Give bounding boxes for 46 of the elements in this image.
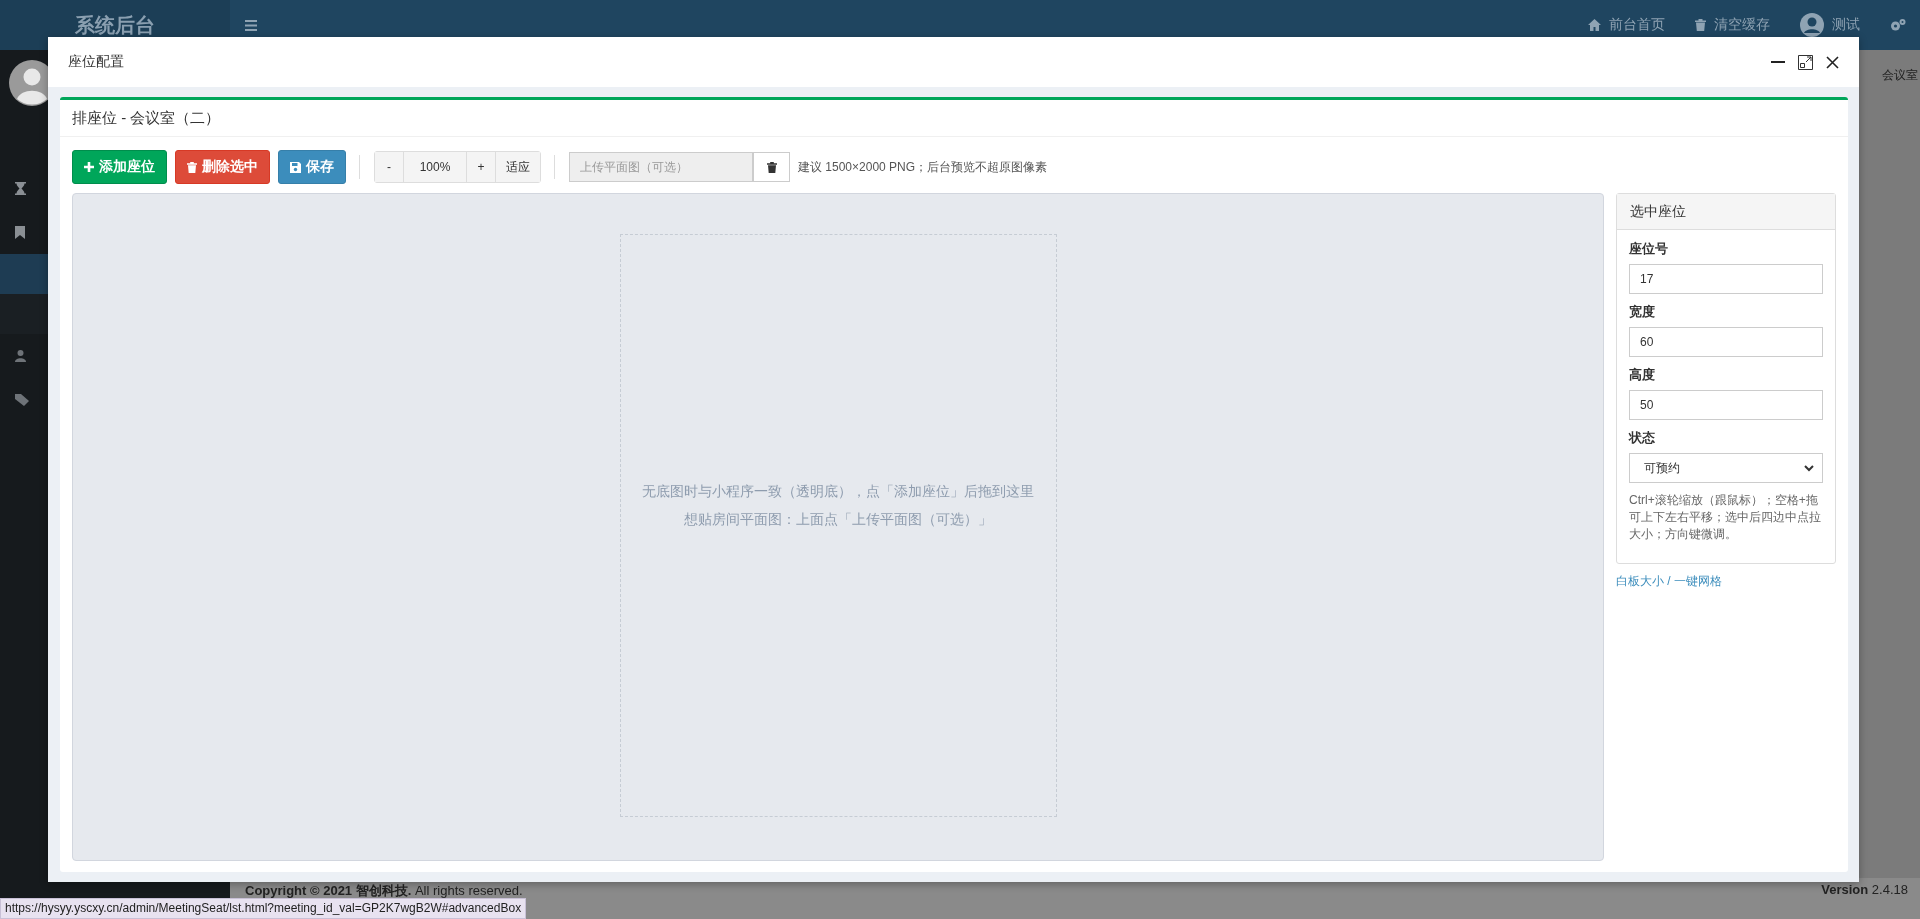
menu-icon[interactable] bbox=[245, 19, 257, 31]
home-icon bbox=[1588, 19, 1601, 31]
copyright-text: Copyright © 2021 智创科技. All rights reserved. bbox=[245, 882, 523, 900]
card-title: 选中座位 bbox=[1630, 202, 1686, 221]
top-link[interactable]: 前台首页 bbox=[1588, 16, 1665, 34]
tag-icon[interactable] bbox=[15, 394, 29, 406]
status-select[interactable]: 可预约 bbox=[1629, 453, 1823, 483]
top-link[interactable]: 清空缓存 bbox=[1695, 16, 1770, 34]
hint-text: 建议 1500×2000 PNG；后台预览不超原图像素 bbox=[798, 158, 1048, 176]
avatar-icon bbox=[1800, 13, 1824, 37]
board-size-link[interactable]: 白板大小 / 一键网格 bbox=[1616, 573, 1722, 590]
maximize-icon[interactable] bbox=[1798, 54, 1813, 70]
remove-image-button[interactable] bbox=[753, 152, 790, 182]
field-label: 座位号 bbox=[1629, 240, 1669, 258]
close-icon[interactable] bbox=[1826, 55, 1839, 69]
trash-icon bbox=[1695, 19, 1706, 31]
user-menu[interactable]: 测试 bbox=[1800, 13, 1860, 37]
canvas-hint: 想贴房间平面图：上面点「上传平面图（可选）」 bbox=[684, 510, 992, 529]
input-field[interactable]: 17 bbox=[1629, 264, 1823, 294]
input-field[interactable]: 60 bbox=[1629, 327, 1823, 357]
help-text: Ctrl+滚轮缩放（跟鼠标）；空格+拖可上下左右平移；选中后四边中点拉大小；方向键微调。 bbox=[1629, 492, 1822, 543]
toolbar-button[interactable]: 保存 bbox=[278, 150, 346, 184]
canvas-hint: 无底图时与小程序一致（透明底），点「添加座位」后拖到这里 bbox=[642, 482, 1034, 501]
person-icon[interactable] bbox=[15, 350, 26, 362]
version-text: Version 2.4.18 bbox=[1821, 882, 1908, 897]
field-label: 高度 bbox=[1629, 366, 1656, 384]
canvas-area[interactable]: 无底图时与小程序一致（透明底），点「添加座位」后拖到这里 想贴房间平面图：上面点「上传平面图（可选）」 bbox=[72, 193, 1604, 861]
logo-text: 系统后台 bbox=[75, 12, 155, 38]
modal-title: 座位配置 bbox=[68, 53, 124, 71]
status-url: https://hysyy.yscxy.cn/admin/MeetingSeat/lst.html?meeting_id_val=GP2K7wgB2W#advancedBox bbox=[0, 898, 527, 919]
field-label: 状态 bbox=[1629, 429, 1656, 447]
toolbar-button[interactable]: 添加座位 bbox=[72, 150, 167, 184]
upload-field[interactable]: 上传平面图（可选） bbox=[569, 152, 753, 182]
chevron-down-icon bbox=[1804, 464, 1814, 472]
plus-icon bbox=[84, 162, 94, 172]
zoom-out-button[interactable]: - bbox=[375, 152, 404, 182]
panel-title: 排座位 - 会议室（二） bbox=[72, 108, 221, 128]
hourglass-icon[interactable] bbox=[15, 181, 26, 195]
bookmark-icon[interactable] bbox=[15, 225, 25, 239]
gears-icon[interactable] bbox=[1890, 18, 1906, 32]
trash-icon bbox=[766, 161, 777, 173]
tab-label[interactable]: 会议室 bbox=[1882, 66, 1918, 84]
toolbar-button[interactable]: 删除选中 bbox=[175, 150, 270, 184]
field-label: 宽度 bbox=[1629, 303, 1656, 321]
input-field[interactable]: 50 bbox=[1629, 390, 1823, 420]
trash-icon bbox=[187, 161, 197, 173]
